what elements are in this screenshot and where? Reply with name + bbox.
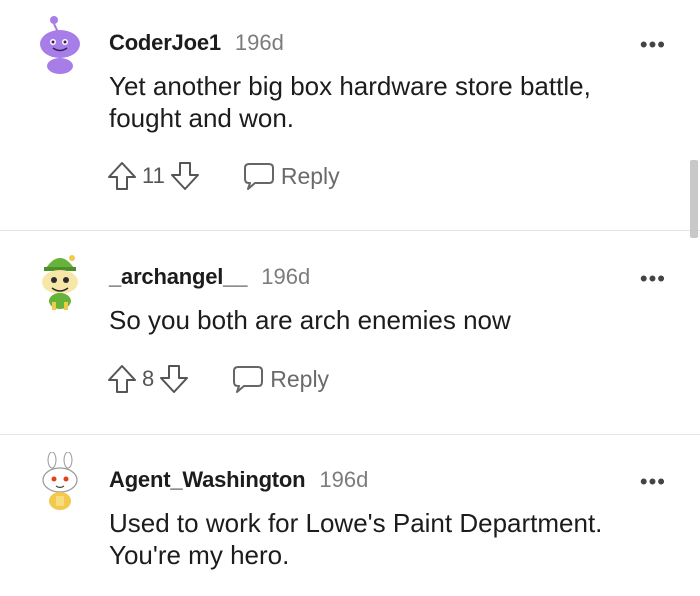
avatar-green-hat-snoo-icon[interactable] (34, 250, 86, 310)
scrollbar-thumb[interactable] (690, 160, 698, 238)
comment-actions: 11 Reply (106, 158, 340, 194)
comment-age: 196d (261, 264, 311, 289)
reply-label: Reply (270, 365, 330, 392)
reply-button[interactable]: Reply (232, 364, 329, 394)
downvote-arrow-icon[interactable] (158, 363, 190, 395)
reply-button[interactable]: Reply (243, 161, 340, 191)
downvote-arrow-icon[interactable] (169, 160, 201, 192)
comment-meta: CoderJoe1 196d (109, 30, 284, 58)
upvote-arrow-icon[interactable] (106, 363, 138, 395)
more-options-icon[interactable]: ••• (640, 268, 666, 290)
avatar-purple-snoo-icon[interactable] (34, 14, 86, 74)
username[interactable]: Agent_Washington (109, 467, 306, 493)
upvote-arrow-icon[interactable] (106, 160, 138, 192)
reply-label: Reply (280, 162, 340, 189)
vote-score: 11 (142, 163, 165, 188)
comment-divider (0, 434, 700, 435)
more-options-icon[interactable]: ••• (640, 34, 666, 56)
comment-divider (0, 230, 700, 231)
username[interactable]: _archangel__ (109, 264, 247, 290)
comment-actions: 8 Reply (106, 361, 329, 397)
comment-meta: _archangel__ 196d (109, 264, 310, 292)
speech-bubble-icon (233, 366, 264, 393)
comment-body: So you both are arch enemies now (109, 305, 511, 335)
more-options-icon[interactable]: ••• (640, 471, 666, 493)
username[interactable]: CoderJoe1 (109, 30, 221, 56)
comment-body: Yet another big box hardware store battl… (109, 71, 591, 133)
comment-age: 196d (319, 467, 369, 492)
comment-age: 196d (234, 30, 284, 55)
speech-bubble-icon (243, 163, 274, 190)
comment-body: Used to work for Lowe's Paint Department… (109, 508, 603, 570)
avatar-bunny-snoo-icon[interactable] (34, 452, 86, 512)
vote-score: 8 (142, 366, 155, 391)
comment-meta: Agent_Washington 196d (109, 467, 368, 495)
